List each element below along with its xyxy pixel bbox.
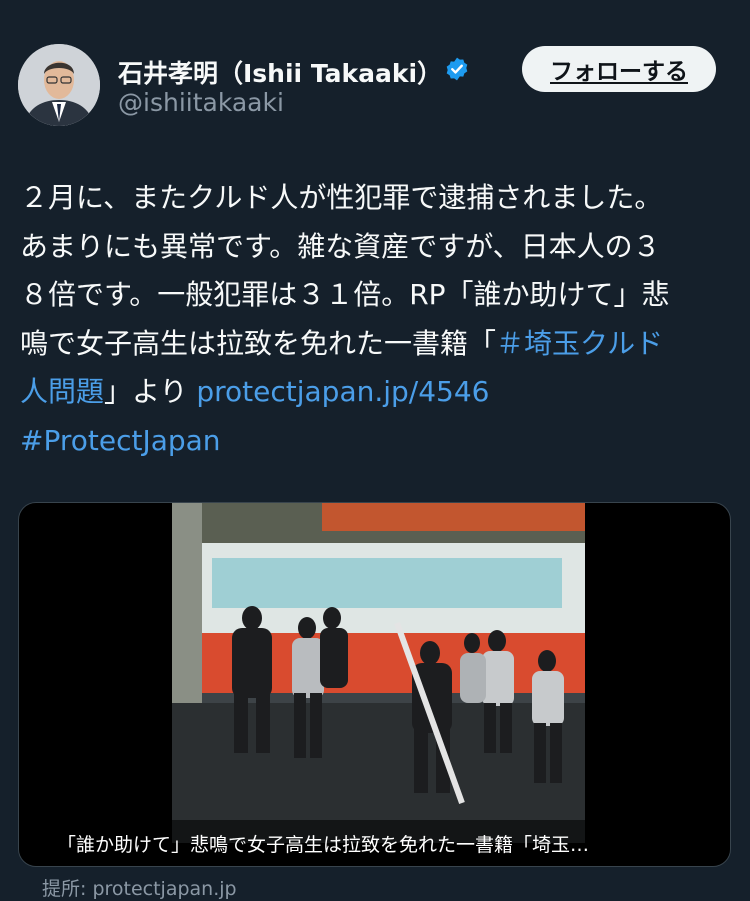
- card-caption-bar: 「誰か助けて」悲鳴で女子高生は拉致を免れた一書籍「埼玉…: [19, 820, 730, 866]
- tweet-text-line: ８倍です。一般犯罪は３１倍。RP「誰か助けて」悲: [20, 271, 732, 320]
- avatar-image: [18, 44, 100, 126]
- card-caption: 「誰か助けて」悲鳴で女子高生は拉致を免れた一書籍「埼玉…: [57, 834, 590, 856]
- avatar[interactable]: [18, 44, 100, 126]
- tweet-text-segment: ８倍です。一般犯罪は３１倍。RP「誰か助けて」悲: [20, 278, 670, 311]
- author-display-name[interactable]: 石井孝明（Ishii Takaaki）: [118, 54, 442, 90]
- tweet-text-segment: あまりにも異常です。雑な資産ですが、日本人の３: [20, 229, 661, 263]
- author-handle[interactable]: @ishiitakaaki: [118, 88, 284, 117]
- tweet-link[interactable]: ＃埼玉クルド: [496, 327, 663, 360]
- tweet-text-line: あまりにも異常です。雑な資産ですが、日本人の３: [20, 223, 732, 272]
- tweet-text-line: 人問題」より protectjapan.jp/4546: [20, 368, 732, 417]
- video-thumbnail[interactable]: [172, 503, 585, 843]
- media-card[interactable]: 「誰か助けて」悲鳴で女子高生は拉致を免れた一書籍「埼玉…: [18, 502, 731, 867]
- tweet-text-line: 鳴で女子高生は拉致を免れた一書籍「＃埼玉クルド: [20, 320, 732, 369]
- tweet-link[interactable]: 人問題: [20, 375, 104, 408]
- verified-badge-icon: [444, 56, 470, 82]
- tweet-text-segment: 」より: [104, 375, 197, 408]
- tweet-text-segment: 鳴で女子高生は拉致を免れた一書籍「: [20, 326, 497, 360]
- tweet-text-line: ２月に、またクルド人が性犯罪で逮捕されました。: [20, 174, 732, 223]
- tweet-text-segment: ２月に、またクルド人が性犯罪で逮捕されました。: [20, 181, 663, 214]
- follow-button[interactable]: フォローする: [522, 46, 716, 92]
- tweet-link[interactable]: protectjapan.jp/4546: [196, 375, 489, 408]
- tweet-text-line: #ProtectJapan: [20, 417, 732, 466]
- card-source[interactable]: 提所: protectjapan.jp: [42, 874, 237, 901]
- tweet-text: ２月に、またクルド人が性犯罪で逮捕されました。 あまりにも異常です。雑な資産ですが…: [20, 174, 732, 465]
- tweet-link[interactable]: #ProtectJapan: [20, 424, 221, 457]
